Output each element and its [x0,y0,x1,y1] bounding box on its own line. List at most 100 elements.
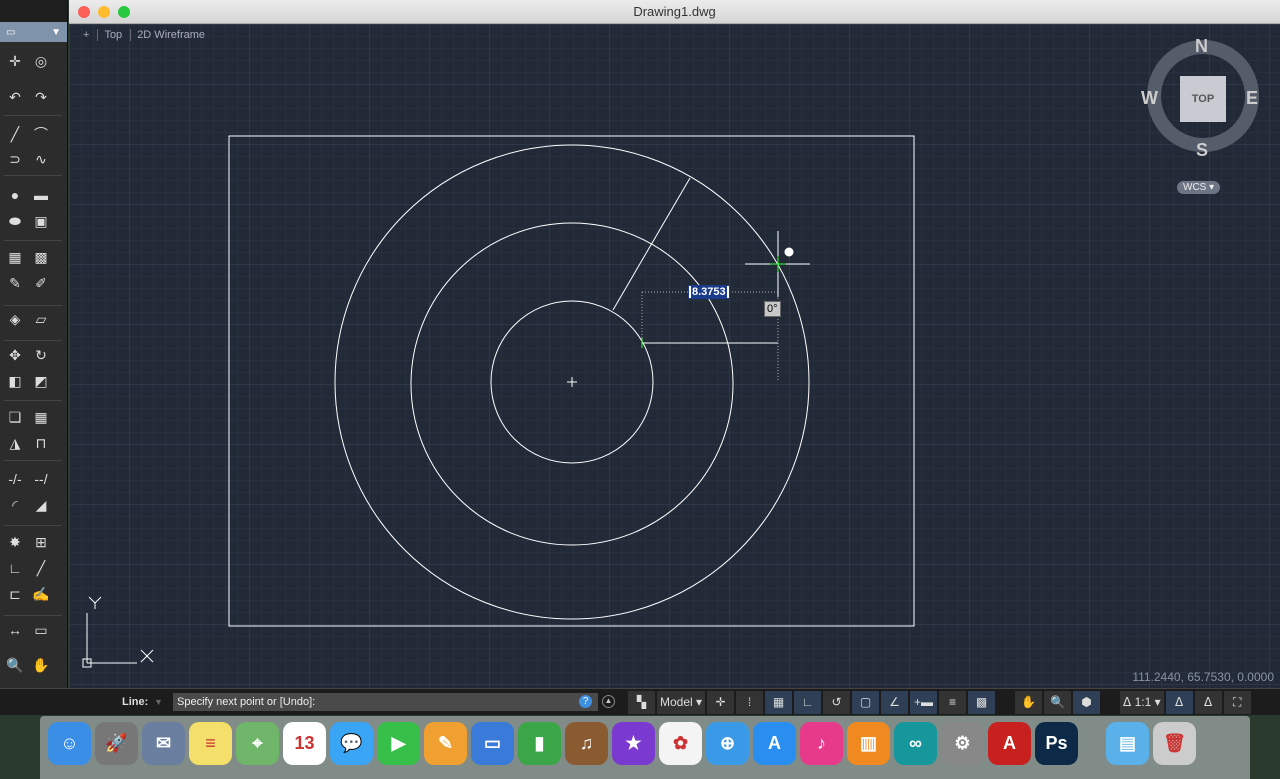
measure-icon[interactable]: ↔ [6,621,24,639]
dock-keynote-icon[interactable]: ▭ [471,722,514,765]
attribute-icon[interactable]: ✎ [6,274,24,292]
command-history-icon[interactable]: ▼ [154,697,163,707]
ellipse-icon[interactable]: ⬬ [6,212,24,230]
dock-finder-icon[interactable]: ☺ [48,722,91,765]
copy-icon[interactable]: ❏ [6,408,24,426]
move-icon[interactable]: ✥ [6,346,24,364]
text-icon[interactable]: ✍ [32,585,50,603]
dock-facetime-icon[interactable]: ▶ [377,722,420,765]
dock-numbers-icon[interactable]: ▮ [518,722,561,765]
fillet-icon[interactable]: ◜ [6,496,24,514]
dock-notes-icon[interactable]: ≡ [189,722,232,765]
insert-icon[interactable]: ▩ [32,248,50,266]
selection-mode-dropdown[interactable]: ▭ ▼ [0,22,67,42]
osnap-icon[interactable]: ▢ [852,691,880,714]
block-icon[interactable]: ▦ [6,248,24,266]
undo-icon[interactable]: ↶ [6,88,24,106]
dock-itunes-icon[interactable]: ♪ [800,722,843,765]
stretch-icon[interactable]: ◩ [32,372,50,390]
dock-imovie-icon[interactable]: ★ [612,722,655,765]
dock-arduino-icon[interactable]: ∞ [894,722,937,765]
trim-icon[interactable]: -/- [6,470,24,488]
dock-garageband-icon[interactable]: ♫ [565,722,608,765]
pan-icon[interactable]: ✋ [1015,691,1043,714]
region-icon[interactable]: ▣ [32,212,50,230]
dock-app-store-icon[interactable]: A [753,722,796,765]
edit-attribute-icon[interactable]: ✐ [32,274,50,292]
compass-south[interactable]: S [1196,140,1208,161]
array-icon[interactable]: ▦ [32,408,50,426]
toolbar-divider [4,400,62,401]
dock-system-preferences-icon[interactable]: ⚙ [941,722,984,765]
viewcube-top-face[interactable]: TOP [1180,76,1226,122]
zoom-icon[interactable]: 🔍 [6,656,24,674]
offset-icon[interactable]: ⊓ [32,434,50,452]
dock-trash-icon[interactable]: 🗑 [1153,722,1196,765]
command-input[interactable]: Specify next point or [Undo]:? [173,693,598,711]
leader-icon[interactable]: ╱ [32,559,50,577]
dock-maps-icon[interactable]: ⌖ [236,722,279,765]
dock-preview-icon[interactable]: ✉ [142,722,185,765]
dock-safari-icon[interactable]: ⊕ [706,722,749,765]
dock-messages-icon[interactable]: 💬 [330,722,373,765]
dock-downloads-folder-icon[interactable]: ▤ [1106,722,1149,765]
scale-icon[interactable]: ◧ [6,372,24,390]
snap-icon[interactable]: ◎ [32,52,50,70]
dimension-input[interactable]: 8.3753 [688,285,730,299]
compass-west[interactable]: W [1141,88,1158,109]
otrack-icon[interactable]: ∠ [881,691,909,714]
compass-east[interactable]: E [1246,88,1258,109]
dock-calendar-icon[interactable]: 13 [283,722,326,765]
grid-dots-icon[interactable]: ⁞ [736,691,764,714]
zoom-icon[interactable]: 🔍 [1044,691,1072,714]
circle-icon[interactable]: ● [6,186,24,204]
rotate-icon[interactable]: ↻ [32,346,50,364]
dock-photoshop-icon[interactable]: Ps [1035,722,1078,765]
annotation-visibility-icon[interactable]: ᐃ [1165,691,1193,714]
explode-icon[interactable]: ✸ [6,533,24,551]
dock-photos-icon[interactable]: ✿ [659,722,702,765]
dock-launchpad-icon[interactable]: 🚀 [95,722,138,765]
drawing-canvas[interactable]: + Top 2D Wireframe 8.3753 0° TOP N S W E… [69,24,1280,688]
dimension-icon[interactable]: ∟ [6,559,24,577]
grid-icon[interactable]: ▦ [765,691,793,714]
compass-north[interactable]: N [1195,36,1208,57]
help-icon[interactable]: ? [579,695,592,708]
close-button[interactable] [78,6,90,18]
layout-icon[interactable]: ▚ [628,691,655,714]
model-tab[interactable]: Model ▾ [657,691,706,714]
ortho-icon[interactable]: ∟ [794,691,822,714]
join-icon[interactable]: ⊞ [32,533,50,551]
zoom-button[interactable] [118,6,130,18]
arc-icon[interactable]: ⊃ [6,150,24,168]
transparency-icon[interactable]: ▩ [968,691,996,714]
spline-icon[interactable]: ∿ [32,150,50,168]
fullscreen-icon[interactable]: ⛶ [1223,691,1251,714]
orbit-icon[interactable]: ⬢ [1073,691,1101,714]
minimize-button[interactable] [98,6,110,18]
lineweight-plus-icon[interactable]: +▬ [910,691,938,714]
dock-ibooks-icon[interactable]: ▥ [847,722,890,765]
crosshair-icon[interactable]: ✛ [6,52,24,70]
polyline-icon[interactable]: ⌒ [32,125,50,143]
pan-icon[interactable]: ✋ [32,656,50,674]
auto-scale-icon[interactable]: ᐃ [1194,691,1222,714]
area-icon[interactable]: ▭ [32,621,50,639]
polar-icon[interactable]: ↺ [823,691,851,714]
snap-icon[interactable]: ✛ [707,691,735,714]
annotation-scale-dropdown[interactable]: ᐃ 1:1 ▾ [1120,691,1164,714]
rectangle-icon[interactable]: ▬ [32,186,50,204]
erase-icon[interactable]: ▱ [32,310,50,328]
redo-icon[interactable]: ↷ [32,88,50,106]
ucs-dropdown[interactable]: WCS ▾ [1177,181,1221,194]
extend-icon[interactable]: --/ [32,470,50,488]
line-icon[interactable]: ╱ [6,125,24,143]
dock-autocad-icon[interactable]: A [988,722,1031,765]
mirror-icon[interactable]: ◮ [6,434,24,452]
chamfer-icon[interactable]: ◢ [32,496,50,514]
expand-command-icon[interactable]: ▲ [602,695,615,708]
dock-pages-icon[interactable]: ✎ [424,722,467,765]
layer-icon[interactable]: ◈ [6,310,24,328]
properties-icon[interactable]: ≡ [939,691,967,714]
table-icon[interactable]: ⊏ [6,585,24,603]
